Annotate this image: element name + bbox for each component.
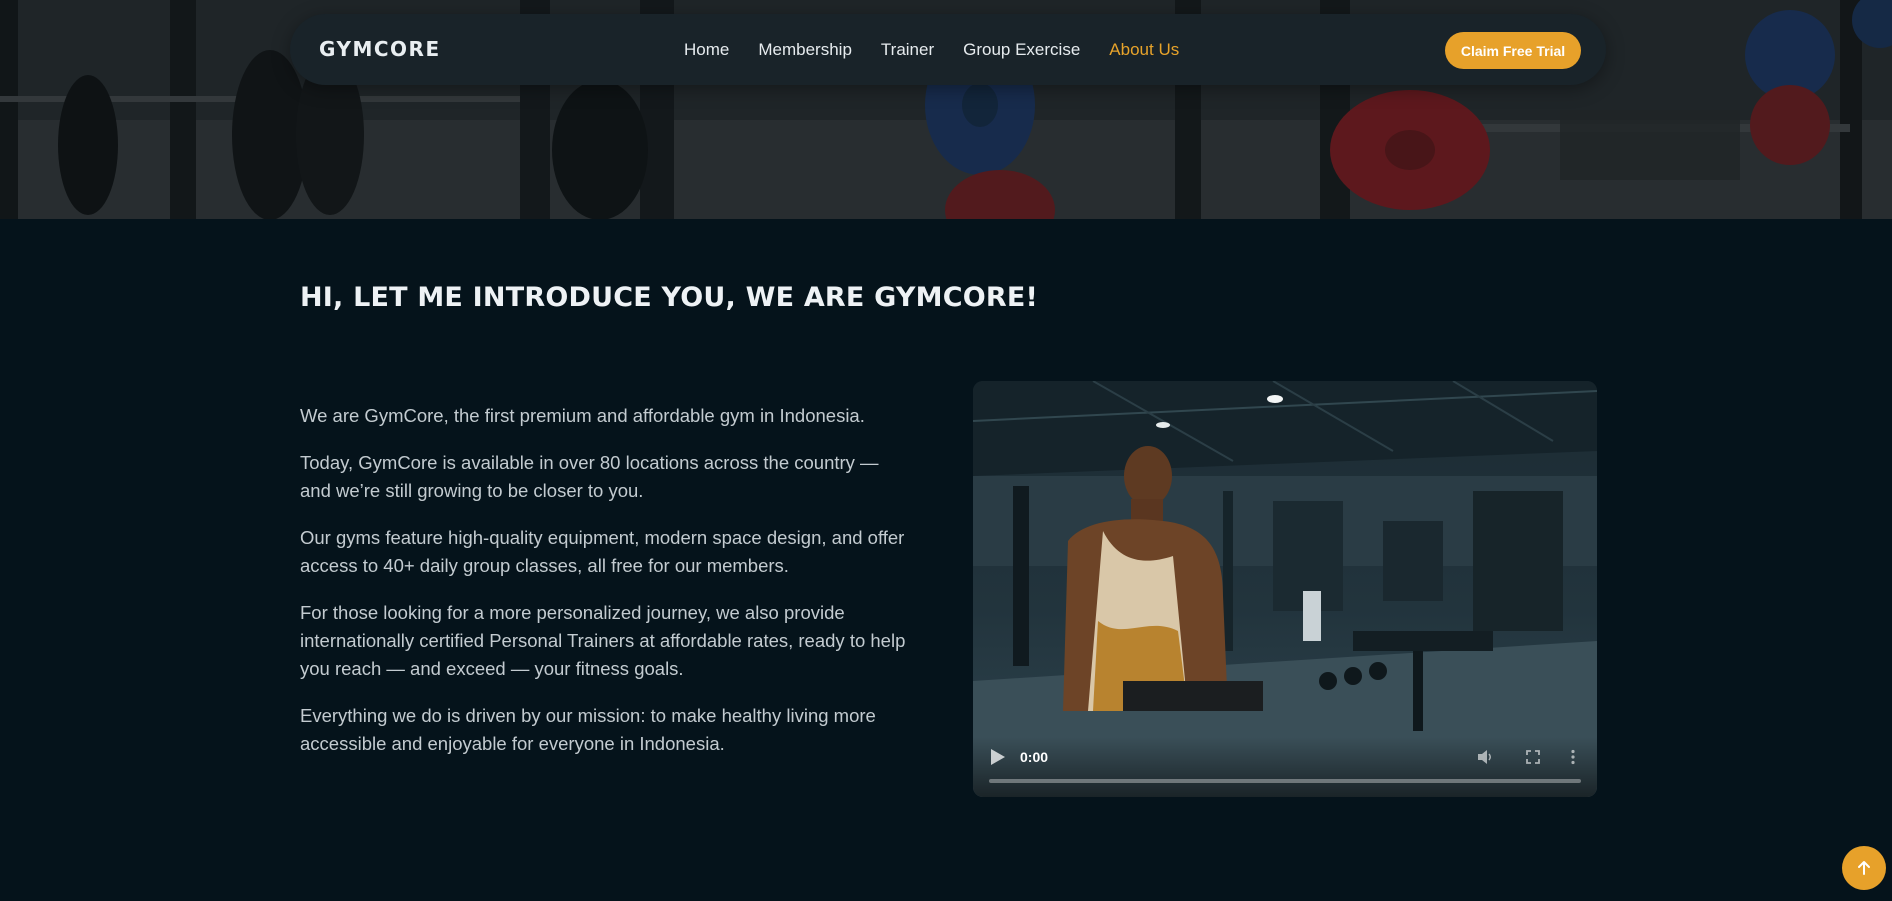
nav-item-about-us[interactable]: About Us	[1109, 40, 1179, 59]
video-progress-bar[interactable]	[989, 779, 1581, 783]
brand-logo[interactable]: GYMCORE	[319, 14, 441, 85]
about-paragraph: Our gyms feature high-quality equipment,…	[300, 527, 905, 576]
video-player[interactable]: 0:00	[973, 381, 1597, 797]
more-vertical-icon[interactable]	[1564, 748, 1582, 766]
video-current-time: 0:00	[1020, 749, 1049, 765]
section-title: HI, LET ME INTRODUCE YOU, WE ARE GYMCORE…	[300, 282, 1039, 313]
volume-icon[interactable]	[1476, 748, 1494, 766]
arrow-up-icon	[1858, 861, 1870, 875]
nav-item-membership[interactable]: Membership	[758, 40, 852, 59]
play-icon[interactable]	[991, 749, 1005, 765]
about-paragraph: We are GymCore, the first premium and af…	[300, 405, 865, 426]
nav-links: Home Membership Trainer Group Exercise A…	[684, 14, 1208, 85]
video-poster-image	[973, 381, 1597, 797]
about-paragraph: For those looking for a more personalize…	[300, 602, 906, 679]
nav-item-home[interactable]: Home	[684, 40, 729, 59]
fullscreen-icon[interactable]	[1524, 748, 1542, 766]
top-navbar: GYMCORE Home Membership Trainer Group Ex…	[290, 14, 1606, 85]
scroll-to-top-button[interactable]	[1842, 846, 1886, 890]
about-paragraph: Everything we do is driven by our missio…	[300, 705, 876, 754]
nav-item-group-exercise[interactable]: Group Exercise	[963, 40, 1080, 59]
video-controls: 0:00	[973, 737, 1597, 797]
claim-free-trial-button[interactable]: Claim Free Trial	[1445, 32, 1581, 69]
nav-item-trainer[interactable]: Trainer	[881, 40, 934, 59]
about-text: We are GymCore, the first premium and af…	[300, 402, 910, 777]
about-paragraph: Today, GymCore is available in over 80 l…	[300, 452, 879, 501]
